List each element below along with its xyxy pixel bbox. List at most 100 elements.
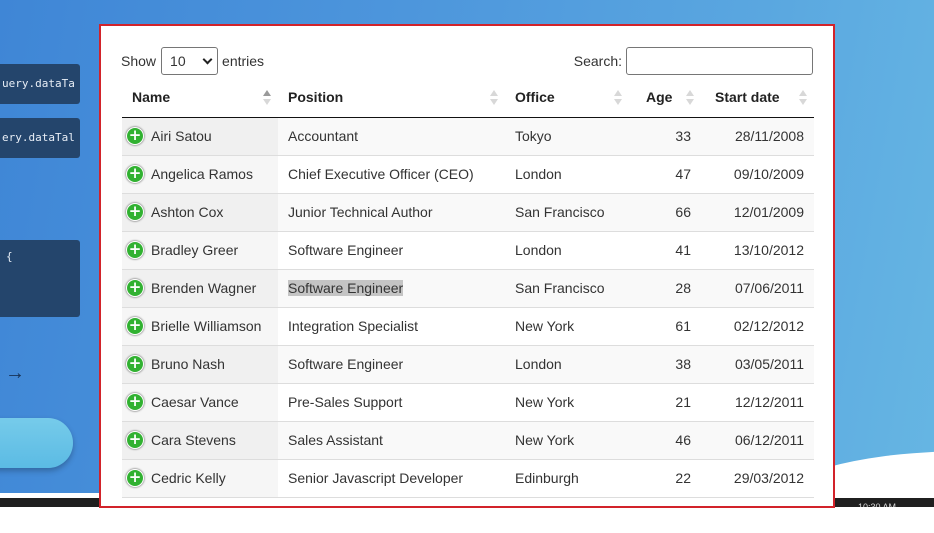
cell-start-date: 29/03/2012: [733, 470, 804, 486]
cell-office: Edinburgh: [515, 470, 579, 486]
table-row[interactable]: + Airi Satou Accountant Tokyo 33 28/11/20…: [122, 117, 814, 155]
cell-office: San Francisco: [515, 204, 605, 220]
cell-position: Integration Specialist: [288, 318, 418, 334]
screen-bottom: [0, 507, 934, 533]
code-snippet-3: {: [0, 240, 80, 317]
cell-start-date: 28/11/2008: [734, 128, 804, 144]
cell-name: Bradley Greer: [151, 242, 239, 258]
cell-office: London: [515, 242, 562, 258]
cell-position: Software Engineer: [288, 356, 404, 372]
cell-position: Junior Technical Author: [288, 204, 433, 220]
cell-position: Chief Executive Officer (CEO): [288, 166, 474, 182]
cell-start-date: 13/10/2012: [733, 242, 804, 258]
cell-age: 28: [675, 280, 691, 296]
cell-name: Brielle Williamson: [151, 318, 262, 334]
expand-row-icon[interactable]: +: [126, 165, 144, 183]
cell-age: 38: [675, 356, 691, 372]
cell-name: Cara Stevens: [151, 432, 236, 448]
table-row[interactable]: + Caesar Vance Pre-Sales Support New York…: [122, 383, 814, 421]
cell-age: 33: [675, 128, 691, 144]
table-row[interactable]: + Cara Stevens Sales Assistant New York 4…: [122, 421, 814, 459]
cell-position: Software Engineer: [288, 242, 404, 258]
column-header-name[interactable]: Name: [122, 78, 278, 117]
column-header-label: Start date: [715, 89, 780, 106]
cell-office: Tokyo: [515, 128, 552, 144]
cell-age: 66: [675, 204, 691, 220]
table-header-row: Name Position Office Age Start date: [122, 78, 814, 117]
column-header-start-date[interactable]: Start date: [701, 78, 814, 117]
cell-age: 21: [675, 394, 691, 410]
search-label: Search:: [573, 53, 622, 69]
sort-icon: [490, 90, 498, 106]
expand-row-icon[interactable]: +: [126, 279, 144, 297]
datatable-modal: Show 10 entries Search: Name Position Of…: [99, 24, 835, 508]
column-header-position[interactable]: Position: [278, 78, 505, 117]
cell-name: Cedric Kelly: [151, 470, 226, 486]
cell-position: Senior Javascript Developer: [288, 470, 464, 486]
table-row[interactable]: + Cedric Kelly Senior Javascript Develope…: [122, 459, 814, 497]
cell-age: 46: [675, 432, 691, 448]
cell-position: Accountant: [288, 128, 359, 144]
chevron-down-icon: [202, 54, 213, 64]
search-input[interactable]: [626, 47, 813, 75]
entries-length-control: Show 10 entries: [121, 47, 264, 75]
column-header-label: Position: [288, 89, 344, 106]
table-row[interactable]: + Ashton Cox Junior Technical Author San …: [122, 193, 814, 231]
cell-age: 22: [675, 470, 691, 486]
sort-icon: [614, 90, 622, 106]
column-header-age[interactable]: Age: [629, 78, 701, 117]
table-row[interactable]: + Angelica Ramos Chief Executive Officer …: [122, 155, 814, 193]
sort-icon: [686, 90, 694, 106]
cell-start-date: 12/12/2011: [734, 394, 804, 410]
entries-select[interactable]: 10: [161, 47, 219, 75]
cell-office: San Francisco: [515, 280, 605, 296]
column-header-label: Age: [646, 89, 673, 106]
cell-office: London: [515, 356, 562, 372]
table-controls: Show 10 entries Search:: [121, 46, 813, 76]
selected-text: Software Engineer: [288, 280, 404, 296]
column-header-label: Office: [515, 89, 555, 106]
cell-start-date: 03/05/2011: [734, 356, 804, 372]
cell-position: Software Engineer: [278, 269, 505, 307]
cell-name: Bruno Nash: [151, 356, 225, 372]
cell-age: 47: [675, 166, 691, 182]
cell-start-date: 06/12/2011: [734, 432, 804, 448]
show-label: Show: [121, 53, 157, 69]
expand-row-icon[interactable]: +: [126, 355, 144, 373]
sort-ascending-icon: [263, 90, 271, 106]
expand-row-icon[interactable]: +: [126, 317, 144, 335]
entries-select-value: 10: [170, 53, 186, 69]
cell-position: Pre-Sales Support: [288, 394, 403, 410]
data-table: Name Position Office Age Start date + Ai…: [122, 78, 814, 498]
cell-age: 41: [675, 242, 691, 258]
cell-office: New York: [515, 394, 575, 410]
cell-name: Ashton Cox: [151, 204, 224, 220]
table-row[interactable]: + Brenden Wagner Software Engineer San Fr…: [122, 269, 814, 307]
cell-age: 61: [675, 318, 691, 334]
expand-row-icon[interactable]: +: [126, 127, 144, 145]
expand-row-icon[interactable]: +: [126, 469, 144, 487]
cell-start-date: 12/01/2009: [733, 204, 804, 220]
cell-start-date: 02/12/2012: [733, 318, 804, 334]
cell-office: London: [515, 166, 562, 182]
expand-row-icon[interactable]: +: [126, 241, 144, 259]
cell-name: Angelica Ramos: [151, 166, 253, 182]
entries-label: entries: [222, 53, 265, 69]
background-pill-button[interactable]: [0, 418, 73, 468]
expand-row-icon[interactable]: +: [126, 431, 144, 449]
expand-row-icon[interactable]: +: [126, 393, 144, 411]
cell-start-date: 09/10/2009: [733, 166, 804, 182]
cell-name: Caesar Vance: [151, 394, 239, 410]
column-header-label: Name: [132, 89, 171, 106]
sort-icon: [799, 90, 807, 106]
code-snippet-2: ery.dataTal: [0, 118, 80, 158]
table-row[interactable]: + Brielle Williamson Integration Speciali…: [122, 307, 814, 345]
column-header-office[interactable]: Office: [505, 78, 629, 117]
cell-name: Brenden Wagner: [151, 280, 257, 296]
arrow-right-icon[interactable]: →: [5, 362, 25, 385]
table-row[interactable]: + Bruno Nash Software Engineer London 38 …: [122, 345, 814, 383]
cell-start-date: 07/06/2011: [734, 280, 804, 296]
table-row[interactable]: + Bradley Greer Software Engineer London …: [122, 231, 814, 269]
cell-position: Sales Assistant: [288, 432, 383, 448]
expand-row-icon[interactable]: +: [126, 203, 144, 221]
